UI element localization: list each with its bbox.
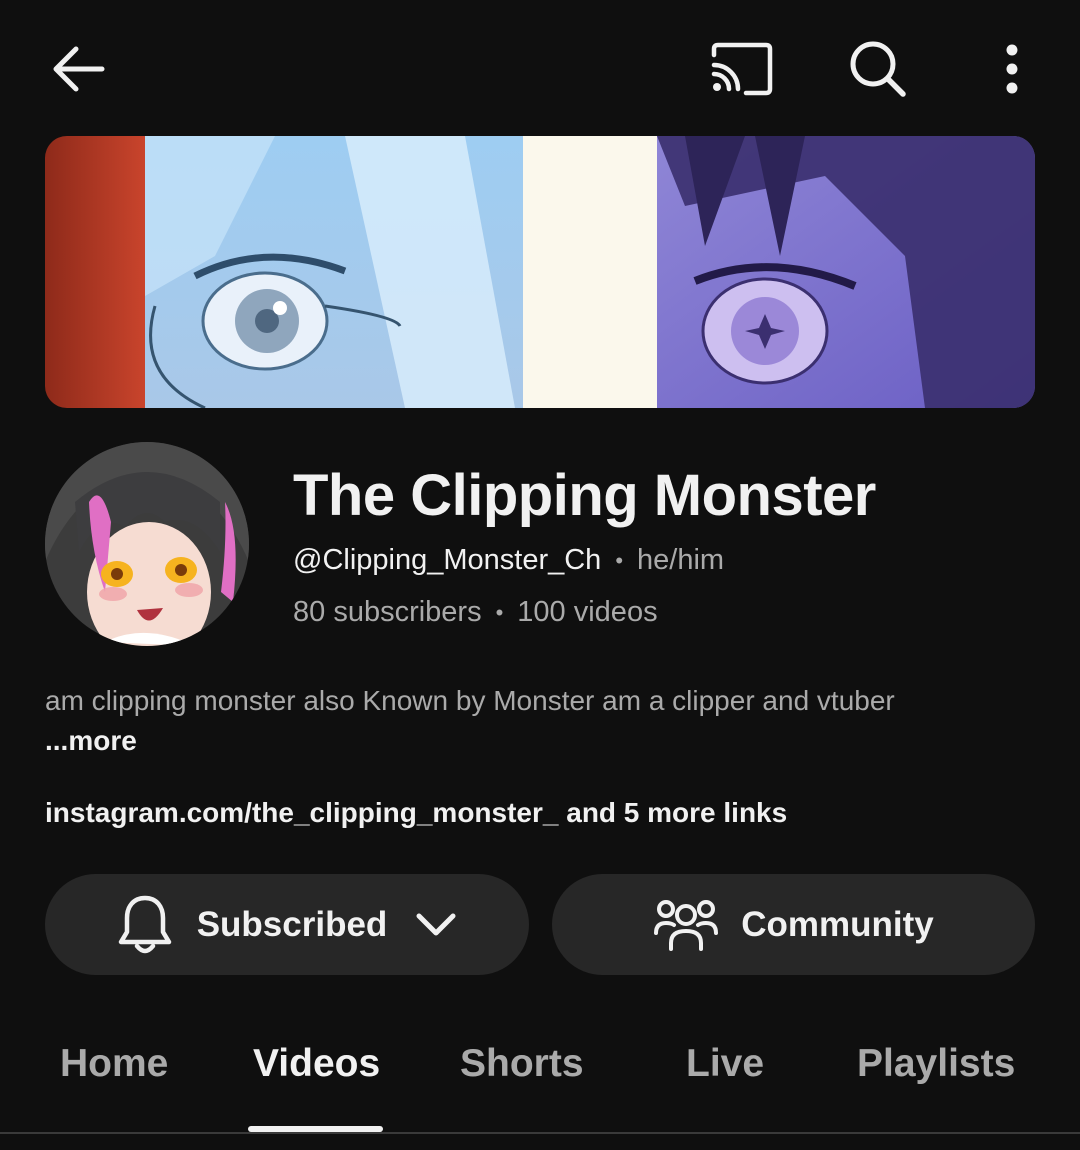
channel-pronouns: he/him	[637, 544, 725, 576]
subscribed-label: Subscribed	[196, 904, 388, 944]
subscriber-count: 80 subscribers	[293, 596, 482, 628]
tabs-divider	[0, 1132, 1080, 1134]
description-more-link[interactable]: ...more	[45, 725, 137, 756]
arrow-left-icon	[53, 46, 105, 92]
channel-banner	[45, 136, 1035, 408]
people-icon	[654, 899, 719, 951]
tab-home[interactable]: Home	[60, 1042, 168, 1086]
separator-dot: •	[495, 599, 504, 625]
separator-dot: •	[615, 547, 624, 573]
more-options-button[interactable]	[982, 34, 1042, 104]
more-vert-icon	[1006, 44, 1018, 94]
channel-description[interactable]: am clipping monster also Known by Monste…	[45, 681, 905, 761]
description-text: am clipping monster also Known by Monste…	[45, 685, 895, 716]
search-icon	[850, 41, 906, 97]
channel-tabs: Home Videos Shorts Live Playlists	[0, 1020, 1080, 1132]
subscribed-button[interactable]: Subscribed	[45, 874, 529, 975]
community-label: Community	[741, 904, 934, 944]
top-app-bar	[0, 0, 1080, 136]
video-count: 100 videos	[517, 596, 658, 628]
channel-stats-line: 80 subscribers • 100 videos	[293, 596, 658, 629]
chevron-down-icon	[416, 913, 456, 935]
channel-title: The Clipping Monster	[293, 463, 876, 528]
community-button[interactable]: Community	[552, 874, 1035, 975]
channel-handle: @Clipping_Monster_Ch	[293, 544, 602, 576]
bell-icon	[118, 895, 171, 953]
cast-icon	[711, 42, 773, 96]
avatar-image	[45, 442, 249, 646]
search-button[interactable]	[838, 34, 918, 104]
tab-videos[interactable]: Videos	[253, 1042, 380, 1086]
tab-playlists[interactable]: Playlists	[857, 1042, 1015, 1086]
back-button[interactable]	[40, 36, 116, 102]
cast-button[interactable]	[700, 36, 784, 102]
tab-live[interactable]: Live	[686, 1042, 764, 1086]
channel-links[interactable]: instagram.com/the_clipping_monster_ and …	[45, 797, 787, 829]
tab-shorts[interactable]: Shorts	[460, 1042, 584, 1086]
channel-avatar[interactable]	[45, 442, 249, 646]
channel-handle-line: @Clipping_Monster_Ch • he/him	[293, 544, 724, 577]
